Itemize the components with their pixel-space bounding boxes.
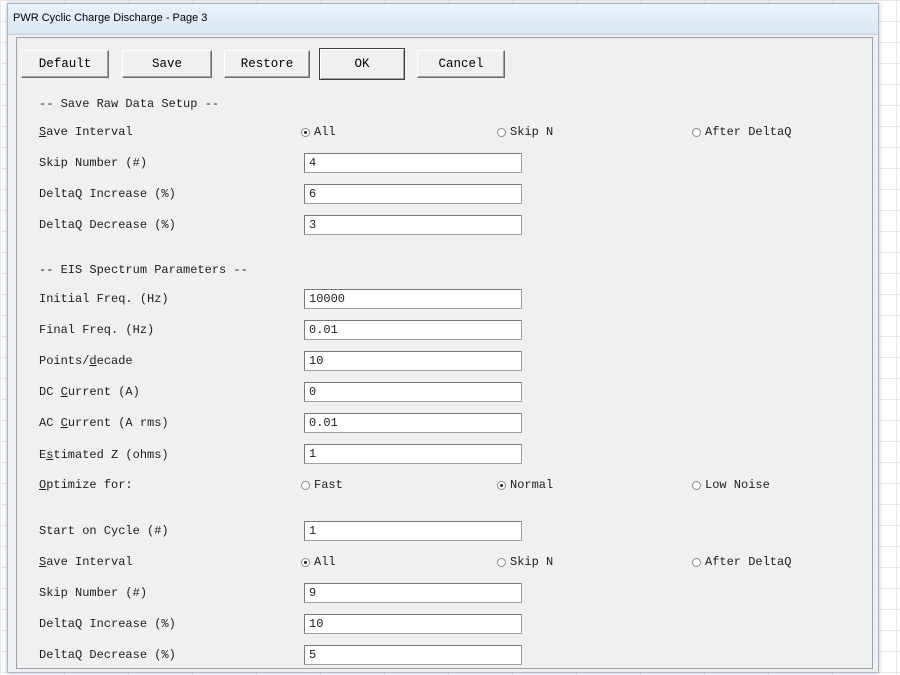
- radio-label: Normal: [510, 478, 554, 492]
- start-cycle-label: Start on Cycle (#): [39, 524, 169, 538]
- radio-label: Skip N: [510, 125, 554, 139]
- ok-button-accel: O: [354, 57, 362, 71]
- points-decade-label-pre: Points/: [39, 354, 90, 368]
- dc-current-label-pre: DC: [39, 385, 61, 399]
- ac-current-field[interactable]: [304, 413, 522, 433]
- final-freq-field[interactable]: [304, 320, 522, 340]
- save-interval-2-label: Save Interval: [39, 554, 133, 570]
- start-cycle-field[interactable]: [304, 521, 522, 541]
- points-decade-accel: d: [89, 354, 97, 368]
- save-interval-1-label-text: ave Interval: [46, 125, 133, 139]
- dc-current-accel: C: [60, 385, 68, 399]
- estimated-z-label: Estimated Z (ohms): [39, 447, 169, 463]
- radio-label: After DeltaQ: [705, 555, 792, 569]
- final-freq-label: Final Freq. (Hz): [39, 323, 155, 337]
- dc-current-field[interactable]: [304, 382, 522, 402]
- radio-unselected-icon: [692, 557, 701, 567]
- ac-current-label-post: urrent (A rms): [67, 416, 169, 430]
- optimize-for-label: Optimize for:: [39, 477, 133, 493]
- radio-unselected-icon: [301, 480, 310, 490]
- cancel-button-label: ancel: [446, 57, 484, 71]
- save-interval-2-label-text: ave Interval: [46, 555, 133, 569]
- deltaq-increase-1-label: DeltaQ Increase (%): [39, 187, 176, 201]
- restore-button-label: estore: [248, 57, 294, 71]
- save-button-label: ave: [159, 57, 183, 71]
- deltaq-decrease-1-field[interactable]: [304, 215, 522, 235]
- save-button-accel: S: [151, 57, 160, 71]
- ok-button-label: K: [362, 57, 370, 71]
- deltaq-increase-1-field[interactable]: [304, 184, 522, 204]
- radio-label: After DeltaQ: [705, 125, 792, 139]
- deltaq-increase-2-field[interactable]: [304, 614, 522, 634]
- radio-unselected-icon: [692, 480, 701, 490]
- default-button-label: efault: [46, 57, 92, 71]
- optimize-fast-radio[interactable]: Fast: [301, 477, 343, 493]
- ok-button[interactable]: OK: [319, 48, 405, 80]
- ac-current-label-pre: AC: [39, 416, 61, 430]
- radio-selected-icon: [301, 557, 310, 567]
- skip-number-2-label: Skip Number (#): [39, 586, 148, 600]
- radio-unselected-icon: [497, 127, 506, 137]
- estimated-z-label-post: timated Z (ohms): [53, 448, 169, 462]
- section-eis-spectrum-text: -- EIS Spectrum Parameters --: [39, 263, 248, 277]
- cancel-button-accel: C: [438, 57, 446, 71]
- radio-unselected-icon: [692, 127, 701, 137]
- points-decade-field[interactable]: [304, 351, 522, 371]
- save-interval-2-skipn-radio[interactable]: Skip N: [497, 554, 553, 570]
- deltaq-decrease-1-label: DeltaQ Decrease (%): [39, 218, 176, 232]
- title-bar: PWR Cyclic Charge Discharge - Page 3: [8, 4, 878, 35]
- radio-label: Low Noise: [705, 478, 770, 492]
- section-eis-spectrum-title: -- EIS Spectrum Parameters --: [39, 262, 248, 278]
- section-save-raw-data-text: -- Save Raw Data Setup --: [39, 97, 220, 111]
- dc-current-label: DC Current (A): [39, 384, 140, 400]
- deltaq-decrease-2-label: DeltaQ Decrease (%): [39, 648, 176, 662]
- skip-number-1-label: Skip Number (#): [39, 156, 148, 170]
- skip-number-1-field[interactable]: [304, 153, 522, 173]
- optimize-normal-radio[interactable]: Normal: [497, 477, 553, 493]
- restore-button[interactable]: Restore: [224, 50, 310, 78]
- points-decade-label-post: ecade: [96, 354, 133, 368]
- ac-current-label: AC Current (A rms): [39, 415, 169, 431]
- optimize-for-label-text: ptimize for:: [46, 478, 133, 492]
- initial-freq-field[interactable]: [304, 289, 522, 309]
- radio-selected-icon: [301, 127, 310, 137]
- skip-number-2-field[interactable]: [304, 583, 522, 603]
- radio-selected-icon: [497, 480, 506, 490]
- dialog-client-area: Default Save Restore OK Cancel -- Save R…: [16, 37, 873, 669]
- save-interval-1-label: Save Interval: [39, 124, 133, 140]
- radio-label: Fast: [314, 478, 343, 492]
- save-button[interactable]: Save: [122, 50, 212, 78]
- radio-label: All: [314, 555, 336, 569]
- points-decade-label: Points/decade: [39, 353, 133, 369]
- optimize-low-noise-radio[interactable]: Low Noise: [692, 477, 770, 493]
- save-interval-1-all-radio[interactable]: All: [301, 124, 336, 140]
- dc-current-label-post: urrent (A): [67, 385, 140, 399]
- section-save-raw-data-title: -- Save Raw Data Setup --: [39, 96, 219, 112]
- radio-unselected-icon: [497, 557, 506, 567]
- radio-label: All: [314, 125, 336, 139]
- cancel-button[interactable]: Cancel: [417, 50, 505, 78]
- save-interval-2-all-radio[interactable]: All: [301, 554, 336, 570]
- window-title: PWR Cyclic Charge Discharge - Page 3: [13, 12, 208, 24]
- radio-label: Skip N: [510, 555, 554, 569]
- default-button[interactable]: Default: [21, 50, 109, 78]
- estimated-z-field[interactable]: [304, 444, 522, 464]
- deltaq-increase-2-label: DeltaQ Increase (%): [39, 617, 176, 631]
- save-interval-2-afterdeltaq-radio[interactable]: After DeltaQ: [692, 554, 791, 570]
- ac-current-accel: C: [60, 416, 68, 430]
- save-interval-1-afterdeltaq-radio[interactable]: After DeltaQ: [692, 124, 791, 140]
- dialog-window: PWR Cyclic Charge Discharge - Page 3 Def…: [7, 3, 879, 673]
- initial-freq-label: Initial Freq. (Hz): [39, 292, 169, 306]
- save-interval-1-skipn-radio[interactable]: Skip N: [497, 124, 553, 140]
- deltaq-decrease-2-field[interactable]: [304, 645, 522, 665]
